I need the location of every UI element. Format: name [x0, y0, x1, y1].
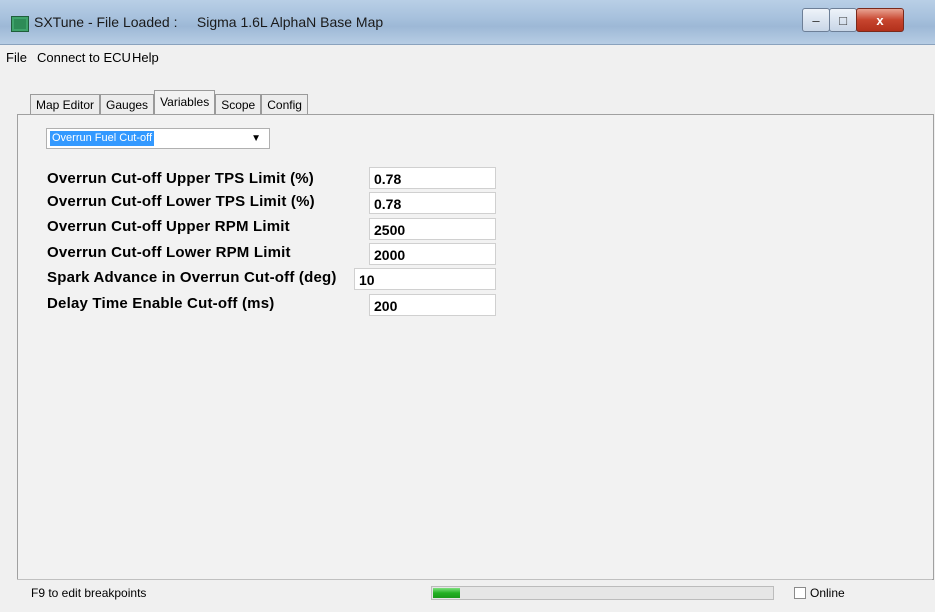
variable-label: Spark Advance in Overrun Cut-off (deg) — [47, 269, 337, 286]
tab-map-editor[interactable]: Map Editor — [30, 94, 101, 114]
variable-label: Overrun Cut-off Lower RPM Limit — [47, 244, 291, 261]
close-button[interactable]: x — [856, 8, 904, 32]
variable-value-field[interactable]: 200 — [369, 294, 496, 316]
status-bar: F9 to edit breakpoints Online — [17, 579, 932, 606]
dropdown-selected-value: Overrun Fuel Cut-off — [50, 131, 155, 146]
chevron-down-icon[interactable]: ▼ — [251, 133, 261, 144]
variable-label: Delay Time Enable Cut-off (ms) — [47, 295, 275, 312]
app-window: SXTune - File Loaded : Sigma 1.6L AlphaN… — [0, 0, 935, 612]
app-icon — [11, 16, 29, 32]
menu-help[interactable]: Help — [132, 50, 159, 65]
tab-config[interactable]: Config — [261, 94, 308, 114]
tab-scope[interactable]: Scope — [215, 94, 262, 114]
progress-fill — [433, 588, 461, 598]
minimize-button[interactable]: – — [802, 8, 830, 32]
variable-value-field[interactable]: 2000 — [369, 243, 496, 265]
tab-strip: Map Editor Gauges Variables Scope Config — [30, 88, 308, 115]
variable-group-dropdown[interactable]: Overrun Fuel Cut-off ▼ — [46, 128, 270, 149]
tab-gauges[interactable]: Gauges — [100, 94, 155, 114]
status-text: F9 to edit breakpoints — [31, 586, 147, 600]
menu-connect-to-ecu[interactable]: Connect to ECU — [37, 50, 131, 65]
variable-value-field[interactable]: 0.78 — [369, 167, 496, 189]
window-title: SXTune - File Loaded : Sigma 1.6L AlphaN… — [34, 14, 384, 30]
progress-bar — [431, 586, 774, 600]
variable-value-field[interactable]: 10 — [354, 268, 496, 290]
menu-file[interactable]: File — [6, 50, 27, 65]
menu-bar: File Connect to ECU Help — [0, 45, 935, 67]
variable-label: Overrun Cut-off Upper TPS Limit (%) — [47, 170, 314, 187]
title-bar: SXTune - File Loaded : Sigma 1.6L AlphaN… — [0, 0, 935, 45]
variable-label: Overrun Cut-off Lower TPS Limit (%) — [47, 193, 315, 210]
tab-variables[interactable]: Variables — [154, 90, 216, 115]
variable-value-field[interactable]: 2500 — [369, 218, 496, 240]
online-label: Online — [810, 586, 845, 600]
online-checkbox[interactable] — [794, 587, 806, 599]
variable-value-field[interactable]: 0.78 — [369, 192, 496, 214]
variable-label: Overrun Cut-off Upper RPM Limit — [47, 218, 290, 235]
maximize-button[interactable]: □ — [829, 8, 857, 32]
